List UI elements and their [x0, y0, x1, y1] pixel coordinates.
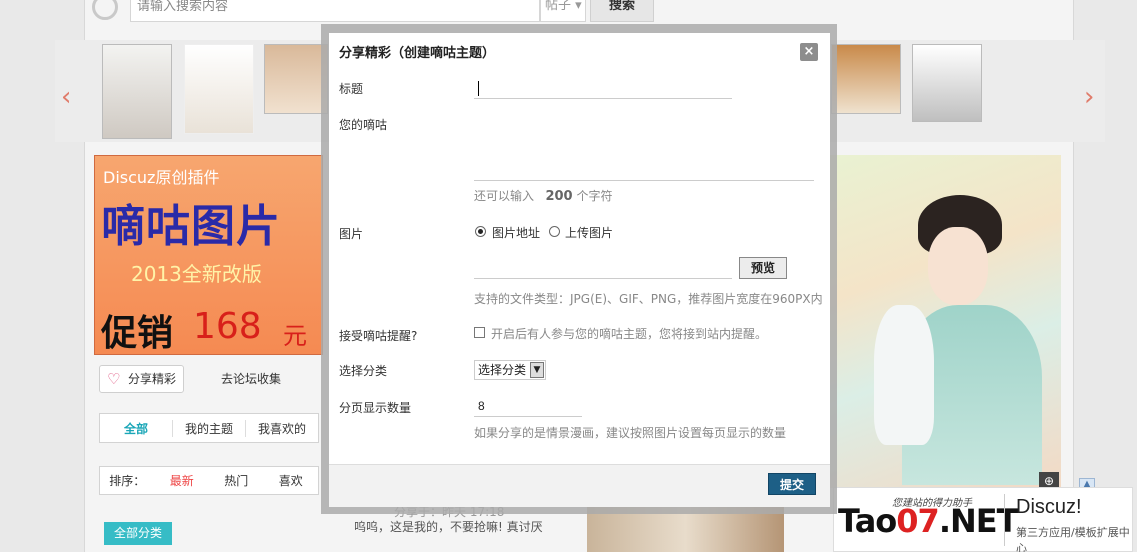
image-url-radio-label[interactable]: 图片地址	[492, 224, 540, 241]
sort-label: 排序：	[109, 474, 146, 488]
logo-part: Tao	[838, 502, 897, 540]
dialog-title: 分享精彩（创建嘀咕主题）	[339, 46, 496, 61]
all-categories-button[interactable]: 全部分类	[104, 522, 172, 545]
thumbnail-image[interactable]	[912, 44, 982, 122]
tab-all[interactable]: 全部	[100, 420, 172, 437]
brand-name: Discuz!	[1016, 496, 1082, 518]
image-upload-radio[interactable]	[549, 226, 560, 237]
search-button[interactable]: 搜索	[590, 0, 654, 22]
char-remaining: 还可以输入 200 个字符	[474, 187, 612, 204]
logo-part: 07	[896, 502, 940, 540]
logo-part: .NET	[938, 502, 1019, 540]
tab-my-topics[interactable]: 我的主题	[172, 419, 245, 437]
artwork-shape	[928, 227, 988, 305]
category-select-value: 选择分类	[478, 363, 527, 377]
share-dialog: 分享精彩（创建嘀咕主题） × 标题 您的嘀咕 还可以输入 200 个字符 图片 …	[329, 33, 830, 507]
submit-button[interactable]: 提交	[768, 473, 816, 495]
caret-down-icon: ▼	[530, 362, 544, 378]
share-button-label: 分享精彩	[128, 372, 177, 386]
banner-line: 2013全新改版	[131, 262, 262, 286]
forum-collect-link[interactable]: 去论坛收集	[221, 370, 281, 387]
banner-line: 促销	[101, 313, 174, 354]
image-upload-radio-label[interactable]: 上传图片	[565, 224, 613, 241]
post-text: 呜呜，这是我的，不要抢嘛! 真讨厌	[354, 520, 543, 534]
search-type-select[interactable]: 帖子 ▾	[540, 0, 586, 22]
image-url-radio[interactable]	[475, 226, 486, 237]
image-url-input[interactable]	[474, 255, 732, 279]
brand-watermark: 您建站的得力助手 Tao07.NET Discuz! 第三方应用/模板扩展中心	[833, 487, 1133, 552]
divider	[1004, 494, 1005, 546]
filter-tabs: 全部 我的主题 我喜欢的	[99, 413, 319, 443]
digu-label: 您的嘀咕	[339, 118, 388, 132]
image-label: 图片	[339, 227, 364, 241]
search-type-label: 帖子	[545, 0, 572, 13]
search-bar: 请输入搜索内容 帖子 ▾ 搜索	[90, 0, 654, 24]
thumbnail-image[interactable]	[831, 44, 901, 114]
sort-likes[interactable]: 喜欢	[264, 472, 319, 489]
share-button[interactable]: ♡ 分享精彩	[99, 365, 184, 393]
pagesize-label: 分页显示数量	[339, 401, 412, 415]
hint-text: 还可以输入	[474, 189, 535, 203]
chevron-down-icon: ▾	[575, 0, 582, 13]
promo-banner[interactable]: Discuz原创插件 嘀咕图片 2013全新改版 促销 168 元	[94, 155, 323, 355]
title-input[interactable]	[474, 77, 732, 99]
tab-my-likes[interactable]: 我喜欢的	[245, 419, 318, 437]
search-icon	[92, 0, 118, 20]
remind-hint[interactable]: 开启后有人参与您的嘀咕主题，您将接到站内提醒。	[491, 325, 767, 342]
pagesize-hint: 如果分享的是情景漫画，建议按照图片设置每页显示的数量	[474, 426, 787, 440]
banner-title: 嘀咕图片	[101, 201, 281, 252]
dialog-footer: 提交	[329, 464, 830, 507]
pagesize-input[interactable]	[474, 395, 582, 417]
thumbnail-image[interactable]	[264, 44, 328, 114]
digu-textarea[interactable]	[474, 117, 814, 181]
heart-icon: ♡	[107, 370, 121, 388]
title-label: 标题	[339, 82, 364, 96]
chevron-left-icon[interactable]: ‹	[61, 82, 71, 112]
sort-bar: 排序： 最新 热门 喜欢	[99, 466, 319, 495]
banner-unit: 元	[283, 322, 307, 350]
search-input[interactable]: 请输入搜索内容	[130, 0, 540, 22]
banner-price: 168	[193, 306, 262, 347]
thumbnail-image[interactable]	[102, 44, 172, 139]
sort-hot[interactable]: 热门	[209, 472, 264, 489]
category-label: 选择分类	[339, 364, 388, 378]
brand-subtitle: 第三方应用/模板扩展中心	[1016, 526, 1130, 552]
artwork-shape	[874, 305, 934, 445]
text-cursor	[478, 81, 479, 96]
banner-line: Discuz原创插件	[103, 168, 220, 187]
hint-text: 个字符	[576, 189, 613, 203]
remind-label: 接受嘀咕提醒?	[339, 329, 418, 343]
brand-logo: Tao07.NET	[838, 502, 1019, 540]
thumbnail-image[interactable]	[184, 44, 254, 134]
preview-button[interactable]: 预览	[739, 257, 787, 279]
sort-latest[interactable]: 最新	[155, 472, 210, 489]
remaining-count: 200	[545, 189, 573, 204]
remind-checkbox[interactable]	[474, 327, 485, 338]
featured-artwork[interactable]	[830, 155, 1061, 488]
close-icon[interactable]: ×	[800, 43, 818, 61]
category-select[interactable]: 选择分类 ▼	[474, 360, 546, 380]
filetype-hint: 支持的文件类型：JPG(E)、GIF、PNG，推荐图片宽度在960PX内	[474, 292, 823, 306]
chevron-right-icon[interactable]: ›	[1084, 82, 1094, 112]
